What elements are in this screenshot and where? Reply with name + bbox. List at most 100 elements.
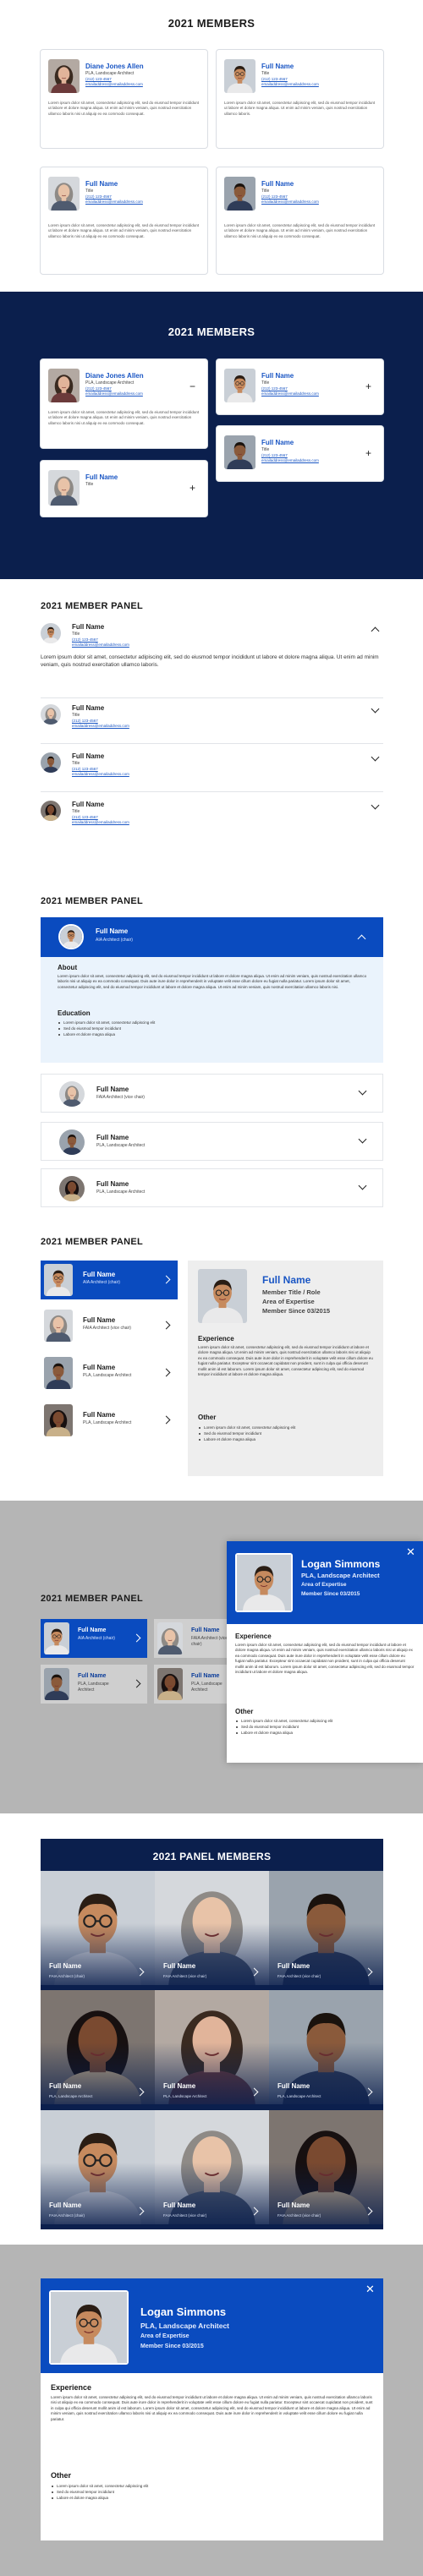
member-role: FAIA Architect (vice chair) <box>163 2212 207 2218</box>
accordion-row[interactable]: Full Name Title (212) 123-4567 emailaddr… <box>41 704 383 738</box>
member-name: Logan Simmons <box>301 1558 381 1570</box>
member-name: Full Name <box>163 1962 196 1971</box>
collapse-icon[interactable]: − <box>190 381 195 391</box>
member-name: Full Name <box>78 1673 107 1679</box>
member-photo <box>224 435 255 469</box>
member-role: PLA, Landscape Architect <box>301 1572 380 1579</box>
other-list: Lorem ipsum dolor sit amet, consectetur … <box>235 1718 332 1736</box>
chevron-down-icon[interactable] <box>358 1181 367 1190</box>
grid-member-tile[interactable]: Full Name FAIA Architect (chair) <box>41 2109 155 2229</box>
member-role: Member Title / Role <box>262 1288 321 1296</box>
expand-icon[interactable]: + <box>190 483 195 493</box>
accordion-row-expanded[interactable]: Full Name Title (212) 123-4567 emailaddr… <box>41 623 383 692</box>
member-photo <box>49 2290 129 2365</box>
grid-item[interactable]: Full Name PLA, Landscape Architect <box>41 1665 147 1704</box>
expand-icon[interactable]: + <box>365 381 371 391</box>
list-item-selected[interactable]: Full Name AIA Architect (chair) <box>41 1261 178 1299</box>
member-email[interactable]: emailaddress@emailaddress.com <box>261 82 319 87</box>
member-photo <box>59 1129 85 1155</box>
grid-member-tile[interactable]: Full Name FAIA Architect (vice chair) <box>155 2109 269 2229</box>
chevron-down-icon[interactable] <box>358 1086 367 1096</box>
section-title: 2021 MEMBERS <box>168 325 255 338</box>
close-icon[interactable]: ✕ <box>365 2283 375 2294</box>
member-title: Title <box>72 632 80 637</box>
member-name: Full Name <box>261 372 294 380</box>
member-email[interactable]: emailaddress@emailaddress.com <box>72 772 129 777</box>
accordion-row[interactable]: Full Name Title (212) 123-4567 emailaddr… <box>41 801 383 834</box>
member-email[interactable]: emailaddress@emailaddress.com <box>72 643 129 648</box>
member-email[interactable]: emailaddress@emailaddress.com <box>261 458 319 463</box>
member-bio: Lorem ipsum dolor sit amet, consectetur … <box>224 101 376 116</box>
member-email[interactable]: emailaddress@emailaddress.com <box>85 82 143 87</box>
member-name: Full Name <box>96 1134 129 1141</box>
member-photo <box>44 1668 69 1700</box>
section-title: 2021 MEMBER PANEL <box>41 896 144 906</box>
member-role: FAIA Architect (chair) <box>49 1974 85 1979</box>
grid-member-tile[interactable]: Full Name FAIA Architect (chair) <box>41 1871 155 1991</box>
chevron-right-icon <box>162 1415 171 1425</box>
member-card-collapsed[interactable]: Full Name Title (212) 123-4567 emailaddr… <box>216 358 384 415</box>
panel-row[interactable]: Full Name FAIA Architect (vice chair) <box>41 1074 383 1113</box>
member-since: Member Since 03/2015 <box>262 1307 331 1315</box>
member-role: FAIA Architect (vice chair) <box>163 1974 207 1979</box>
photo-grid: Full Name FAIA Architect (chair) Full Name… <box>41 1871 383 2229</box>
grid-member-tile[interactable]: Full Name FAIA Architect (vice chair) <box>155 1871 269 1991</box>
grid-member-tile[interactable]: Full Name PLA, Landscape Architect <box>269 1990 383 2110</box>
member-role: FAIA Architect (vice chair) <box>83 1326 131 1331</box>
member-area: Area of Expertise <box>301 1582 347 1588</box>
panel-row[interactable]: Full Name PLA, Landscape Architect <box>41 1168 383 1207</box>
experience-text: Lorem ipsum dolor sit amet, consectetur … <box>198 1345 373 1377</box>
chevron-right-icon <box>162 1321 171 1330</box>
member-name: Full Name <box>191 1627 220 1633</box>
list-item: Labore et dolore magna aliqua <box>235 1730 332 1736</box>
tile-overlay <box>155 2043 269 2110</box>
experience-text: Lorem ipsum dolor sit amet, consectetur … <box>235 1643 415 1675</box>
member-email[interactable]: emailaddress@emailaddress.com <box>261 200 319 205</box>
grid-item-selected[interactable]: Full Name AIA Architect (chair) <box>41 1619 147 1658</box>
panel-header-open[interactable]: Full Name AIA Architect (chair) <box>41 917 383 957</box>
member-photo <box>224 177 255 211</box>
close-icon[interactable]: ✕ <box>406 1546 415 1557</box>
member-name: Full Name <box>49 1962 82 1971</box>
grid-member-tile[interactable]: Full Name PLA, Landscape Architect <box>41 1990 155 2110</box>
member-title: Title <box>261 447 270 452</box>
member-photo <box>48 369 80 402</box>
member-role: FAIA Architect (vice chair) <box>96 1095 145 1100</box>
chevron-down-icon[interactable] <box>371 801 380 810</box>
about-text: Lorem ipsum dolor sit amet, consectetur … <box>58 974 367 989</box>
chevron-up-icon[interactable] <box>371 626 380 636</box>
expand-icon[interactable]: + <box>365 448 371 458</box>
list-item: Labore et dolore magna aliqua <box>51 2495 148 2501</box>
member-email[interactable]: emailaddress@emailaddress.com <box>85 200 143 205</box>
member-photo <box>157 1668 183 1700</box>
other-heading: Other <box>198 1414 217 1421</box>
member-name: Full Name <box>85 473 118 481</box>
member-card-collapsed[interactable]: Full Name Title + <box>40 460 208 517</box>
modal-header: Logan Simmons PLA, Landscape Architect A… <box>41 2278 383 2373</box>
member-email[interactable]: emailaddress@emailaddress.com <box>72 820 129 825</box>
member-photo <box>44 1357 73 1389</box>
grid-member-tile[interactable]: Full Name FAIA Architect (vice chair) <box>269 2109 383 2229</box>
accordion-row[interactable]: Full Name Title (212) 123-4567 emailaddr… <box>41 752 383 786</box>
chevron-up-icon[interactable] <box>357 934 366 943</box>
member-bio: Lorem ipsum dolor sit amet, consectetur … <box>48 410 200 425</box>
member-email[interactable]: emailaddress@emailaddress.com <box>72 724 129 729</box>
list-item[interactable]: Full Name PLA, Landscape Architect <box>41 1401 178 1440</box>
member-email[interactable]: emailaddress@emailaddress.com <box>261 391 319 397</box>
chevron-down-icon[interactable] <box>371 752 380 762</box>
list-item[interactable]: Full Name FAIA Architect (vice chair) <box>41 1306 178 1345</box>
member-email[interactable]: emailaddress@emailaddress.com <box>85 391 143 397</box>
member-card: Full Name Title (212) 123-4567 emailaddr… <box>216 49 384 149</box>
member-card-collapsed[interactable]: Full Name Title (212) 123-4567 emailaddr… <box>216 425 384 482</box>
member-name: Full Name <box>163 2201 196 2209</box>
member-role: PLA, Landscape Architect <box>83 1373 132 1378</box>
chevron-down-icon[interactable] <box>358 1135 367 1144</box>
grid-member-tile[interactable]: Full Name FAIA Architect (vice chair) <box>269 1871 383 1991</box>
member-card-expanded[interactable]: Diane Jones Allen PLA, Landscape Archite… <box>40 358 208 449</box>
member-photo <box>41 623 61 643</box>
panel-row[interactable]: Full Name PLA, Landscape Architect <box>41 1122 383 1161</box>
chevron-down-icon[interactable] <box>371 704 380 714</box>
grid-member-tile[interactable]: Full Name PLA, Landscape Architect <box>155 1990 269 2110</box>
member-area: Area of Expertise <box>140 2333 190 2339</box>
list-item[interactable]: Full Name PLA, Landscape Architect <box>41 1354 178 1392</box>
